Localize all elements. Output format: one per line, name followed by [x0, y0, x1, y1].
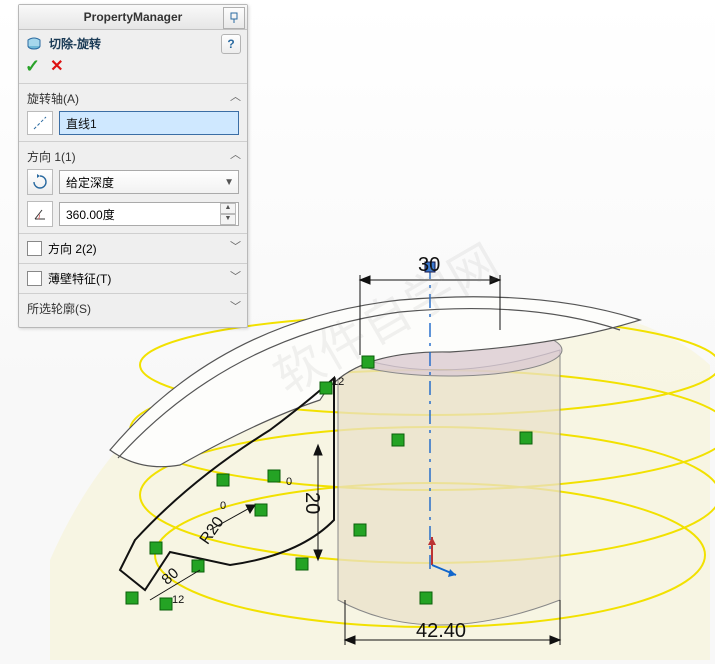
direction2-label: 方向 2(2): [48, 240, 97, 257]
panel-title-bar: PropertyManager: [19, 5, 247, 30]
direction1-header: 方向 1(1): [27, 148, 239, 165]
angle-input[interactable]: 360.00度 ▲ ▼: [59, 202, 239, 226]
angle-value: 360.00度: [66, 206, 115, 223]
axis-header: 旋转轴(A): [27, 90, 239, 107]
pin-icon: [228, 12, 240, 24]
collapse-axis[interactable]: ︿: [230, 88, 241, 104]
axis-icon: [27, 111, 53, 135]
cancel-button[interactable]: ✕: [50, 56, 63, 77]
section-contour: 所选轮廓(S) ﹀: [19, 293, 247, 327]
collapse-dir1[interactable]: ︿: [230, 146, 241, 162]
help-button[interactable]: ?: [221, 34, 241, 54]
help-icon: ?: [227, 37, 234, 51]
feature-header: 切除-旋转 ?: [19, 30, 247, 54]
angle-icon: [27, 201, 53, 227]
collapse-dir2[interactable]: ﹀: [230, 238, 241, 254]
pin-button[interactable]: [223, 7, 245, 29]
spin-up-icon[interactable]: ▲: [220, 203, 236, 214]
chevron-down-icon: ▼: [224, 177, 234, 188]
dimension-12a[interactable]: 12: [332, 376, 344, 388]
collapse-contour[interactable]: ﹀: [230, 298, 241, 314]
section-thin: 薄壁特征(T) ﹀: [19, 263, 247, 293]
dimension-20[interactable]: 20: [300, 492, 323, 514]
property-manager-panel: PropertyManager 切除-旋转 ? ✓ ✕ 旋转轴(A) ︿: [18, 4, 248, 328]
reverse-icon: [32, 174, 48, 190]
end-condition-value: 给定深度: [66, 174, 114, 191]
thin-feature-checkbox[interactable]: [27, 271, 42, 286]
dimension-0b[interactable]: 0: [220, 500, 226, 512]
contour-header: 所选轮廓(S): [27, 300, 239, 317]
reverse-direction-button[interactable]: [27, 169, 53, 195]
axis-value: 直线1: [66, 115, 97, 132]
dimension-12b[interactable]: 12: [172, 594, 184, 606]
section-direction2: 方向 2(2) ﹀: [19, 233, 247, 263]
axis-selection-field[interactable]: 直线1: [59, 111, 239, 135]
collapse-thin[interactable]: ﹀: [230, 268, 241, 284]
angle-spinner[interactable]: ▲ ▼: [220, 203, 236, 225]
feature-name: 切除-旋转: [49, 35, 101, 52]
dimension-0a[interactable]: 0: [286, 476, 292, 488]
ok-button[interactable]: ✓: [25, 56, 40, 77]
section-direction1: 方向 1(1) ︿ 给定深度 ▼: [19, 141, 247, 233]
dimension-30[interactable]: 30: [418, 254, 440, 277]
cut-revolve-icon: [25, 34, 43, 52]
confirm-row: ✓ ✕: [19, 54, 247, 83]
end-condition-combo[interactable]: 给定深度 ▼: [59, 170, 239, 194]
section-axis: 旋转轴(A) ︿ 直线1: [19, 83, 247, 141]
spin-down-icon[interactable]: ▼: [220, 214, 236, 225]
dimension-42-40[interactable]: 42.40: [416, 620, 466, 643]
thin-feature-label: 薄壁特征(T): [48, 270, 111, 287]
direction2-checkbox[interactable]: [27, 241, 42, 256]
panel-title-text: PropertyManager: [84, 10, 183, 24]
